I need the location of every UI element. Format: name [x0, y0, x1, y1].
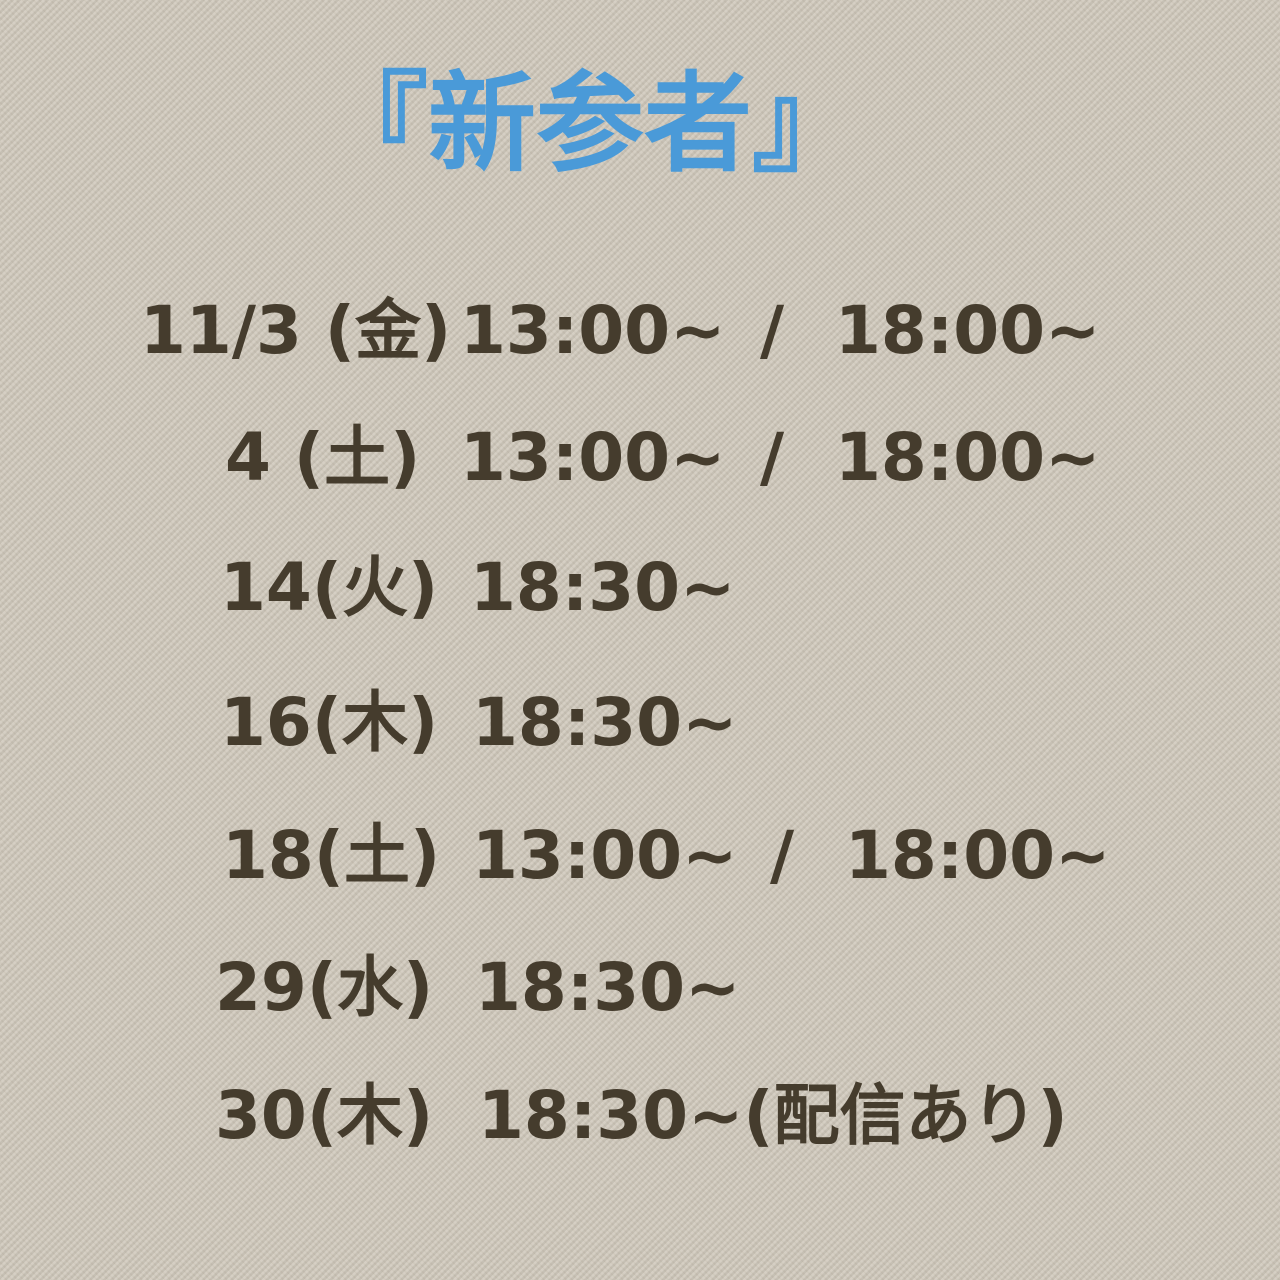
- schedule-time: 18:30~(配信あり): [478, 1077, 1068, 1154]
- schedule-date: 30(木): [215, 1077, 434, 1154]
- schedule-date: 29(水): [215, 949, 434, 1026]
- page-title: 『新参者』: [319, 62, 860, 187]
- time-separator: /: [760, 292, 785, 369]
- time-separator: /: [770, 817, 795, 894]
- schedule-date: 11/3 (金): [140, 292, 452, 369]
- time-separator: /: [760, 419, 785, 496]
- schedule-time: 18:00~: [835, 419, 1101, 496]
- schedule-date: 18(土): [222, 817, 441, 894]
- schedule-time: 18:30~: [470, 549, 736, 626]
- schedule-time: 13:00~: [472, 817, 738, 894]
- schedule-time: 18:30~: [472, 684, 738, 761]
- schedule-date: 16(木): [220, 684, 439, 761]
- schedule-time: 18:00~: [835, 292, 1101, 369]
- schedule-time: 18:00~: [845, 817, 1111, 894]
- schedule-poster: { "title": "『新参者』", "schedule": [ {"date…: [0, 0, 1280, 1280]
- schedule-time: 18:30~: [475, 949, 741, 1026]
- schedule-time: 13:00~: [460, 419, 726, 496]
- schedule-time: 13:00~: [460, 292, 726, 369]
- schedule-date: 4 (土): [225, 419, 421, 496]
- schedule-date: 14(火): [220, 549, 439, 626]
